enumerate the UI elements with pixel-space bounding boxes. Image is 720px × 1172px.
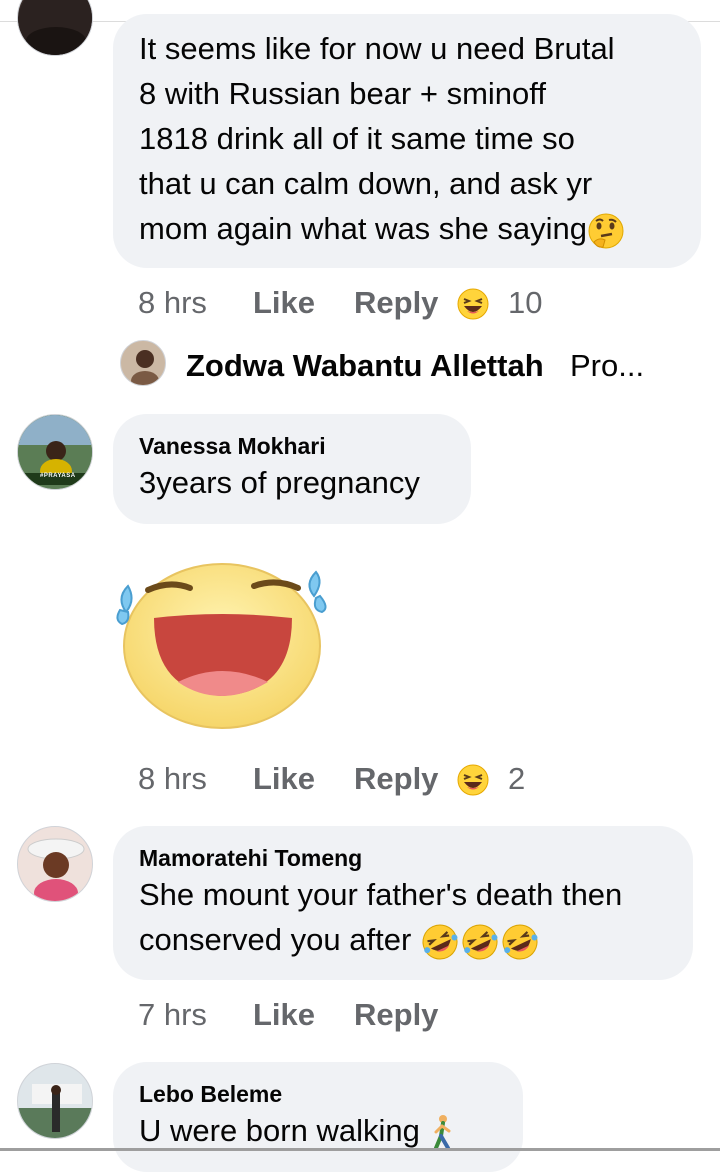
comment-text-line: 8 with Russian bear + sminoff bbox=[139, 76, 546, 111]
thinking-face-icon bbox=[588, 213, 624, 249]
comment-text-line: that u can calm down, and ask yr bbox=[139, 166, 593, 201]
avatar[interactable] bbox=[17, 1063, 93, 1139]
rolling-laughing-icon bbox=[502, 924, 538, 960]
comment-text-line: 3years of pregnancy bbox=[139, 465, 420, 500]
timestamp[interactable]: 7 hrs bbox=[138, 995, 207, 1035]
comment-bubble[interactable]: Lebo Beleme U were born walking bbox=[113, 1062, 523, 1172]
timestamp[interactable]: 8 hrs bbox=[138, 283, 207, 323]
laughing-reaction-icon[interactable] bbox=[456, 763, 490, 807]
reaction-count: 10 bbox=[508, 285, 543, 320]
comment-bubble[interactable]: Mamoratehi Tomeng She mount your father'… bbox=[113, 826, 693, 980]
avatar bbox=[120, 340, 166, 386]
avatar[interactable] bbox=[17, 826, 93, 902]
reply-button[interactable]: Reply bbox=[354, 995, 438, 1035]
comment-text-line-wrap: mom again what was she saying bbox=[139, 206, 675, 251]
comment-bubble[interactable]: Vanessa Mokhari 3years of pregnancy bbox=[113, 414, 471, 524]
comment-author[interactable]: Mamoratehi Tomeng bbox=[139, 844, 667, 872]
comment-text-line: It seems like for now u need Brutal bbox=[139, 31, 615, 66]
reply-snippet: Pro... bbox=[570, 348, 645, 383]
comment-text-line: 1818 drink all of it same time so bbox=[139, 121, 575, 156]
reply-button[interactable]: Reply bbox=[354, 283, 438, 323]
avatar[interactable]: #PRAYASA bbox=[17, 414, 93, 490]
comment-actions: 8 hrs Like Reply 2 bbox=[138, 759, 638, 799]
laughing-reaction-icon[interactable] bbox=[456, 287, 490, 331]
reaction-count: 2 bbox=[508, 761, 526, 796]
comment-actions: 8 hrs Like Reply 10 bbox=[138, 283, 638, 323]
laughing-tears-sticker bbox=[116, 563, 327, 729]
comment-actions: 7 hrs Like Reply bbox=[138, 995, 638, 1035]
person-walking-icon bbox=[434, 1114, 451, 1150]
like-button[interactable]: Like bbox=[253, 995, 315, 1035]
comment-text-line-wrap: U were born walking bbox=[139, 1108, 497, 1153]
comment-text-line: conserved you after bbox=[139, 922, 412, 957]
avatar-caption: #PRAYASA bbox=[40, 473, 76, 479]
comment-text-line-wrap: conserved you after bbox=[139, 917, 667, 962]
timestamp[interactable]: 8 hrs bbox=[138, 759, 207, 799]
like-button[interactable]: Like bbox=[253, 283, 315, 323]
comment-author[interactable]: Vanessa Mokhari bbox=[139, 432, 445, 460]
comment-author[interactable]: Lebo Beleme bbox=[139, 1080, 497, 1108]
comment-text-line: U were born walking bbox=[139, 1113, 420, 1148]
reply-button[interactable]: Reply bbox=[354, 759, 438, 799]
comment-text-line: She mount your father's death then bbox=[139, 877, 623, 912]
avatar[interactable] bbox=[17, 0, 93, 56]
comment-text-line: mom again what was she saying bbox=[139, 211, 588, 246]
reply-author[interactable]: Zodwa Wabantu Allettah bbox=[186, 348, 544, 384]
like-button[interactable]: Like bbox=[253, 759, 315, 799]
rolling-laughing-icon bbox=[422, 924, 458, 960]
comment-bubble[interactable]: It seems like for now u need Brutal 8 wi… bbox=[113, 14, 701, 268]
rolling-laughing-icon bbox=[462, 924, 498, 960]
